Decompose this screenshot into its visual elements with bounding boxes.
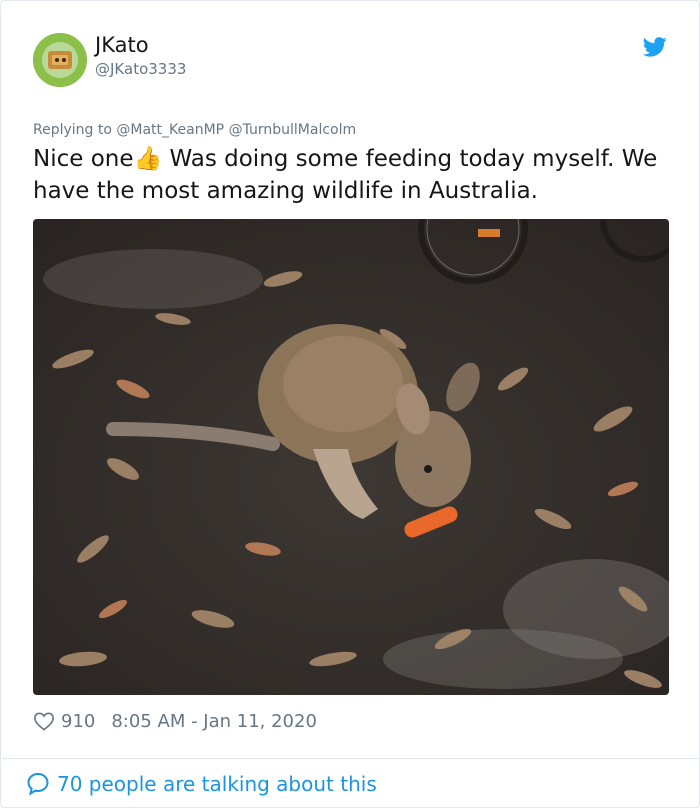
replying-prefix: Replying to: [33, 122, 112, 138]
speech-bubble-icon: [27, 772, 49, 796]
conversation-text[interactable]: 70 people are talking about this: [57, 772, 377, 796]
tweet-timestamp[interactable]: 8:05 AM - Jan 11, 2020: [111, 711, 317, 732]
tweet-text: Nice one👍 Was doing some feeding today m…: [33, 143, 669, 207]
tweet-card: JKato @JKato3333 Replying to @Matt_KeanM…: [0, 0, 700, 808]
mention-link[interactable]: @TurnbullMalcolm: [229, 122, 357, 138]
user-handle[interactable]: @JKato3333: [95, 60, 186, 78]
mention-link[interactable]: @Matt_KeanMP: [116, 122, 224, 138]
like-count[interactable]: 910: [61, 711, 95, 732]
tweet-text-start: Nice one: [33, 146, 134, 172]
heart-icon[interactable]: [33, 711, 55, 731]
tweet-header: JKato @JKato3333: [33, 33, 669, 89]
divider: [2, 758, 699, 759]
twitter-bird-icon[interactable]: [643, 37, 667, 57]
user-name[interactable]: JKato: [95, 33, 149, 57]
replying-to: Replying to @Matt_KeanMP @TurnbullMalcol…: [33, 122, 356, 138]
avatar[interactable]: [33, 33, 87, 87]
thumbs-up-emoji: 👍: [133, 146, 163, 172]
tweet-meta: 910 8:05 AM - Jan 11, 2020: [33, 707, 317, 735]
tweet-photo[interactable]: [33, 219, 669, 695]
conversation-link[interactable]: 70 people are talking about this: [25, 769, 377, 799]
